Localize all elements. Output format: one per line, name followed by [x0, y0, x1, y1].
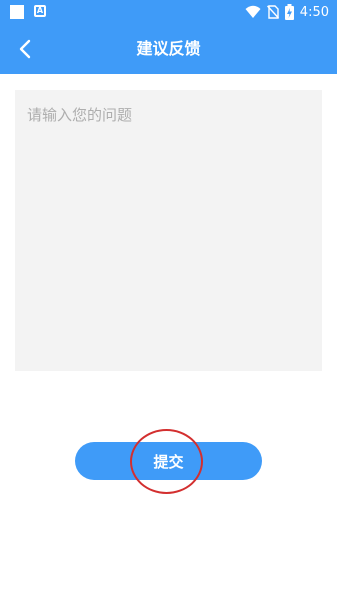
- title-bar: 建议反馈: [0, 24, 337, 74]
- no-sim-icon: [266, 5, 279, 19]
- wifi-icon: [245, 5, 261, 18]
- feedback-input[interactable]: [15, 90, 322, 371]
- battery-charging-icon: [284, 4, 294, 20]
- status-bar: A 4:50: [0, 0, 337, 24]
- status-time: 4:50: [299, 4, 329, 20]
- app-notification-icon: A: [34, 5, 46, 17]
- status-icons: 4:50: [245, 3, 329, 21]
- notification-square-icon: [10, 5, 24, 19]
- submit-button[interactable]: 提交: [75, 442, 262, 480]
- page-title: 建议反馈: [136, 39, 201, 58]
